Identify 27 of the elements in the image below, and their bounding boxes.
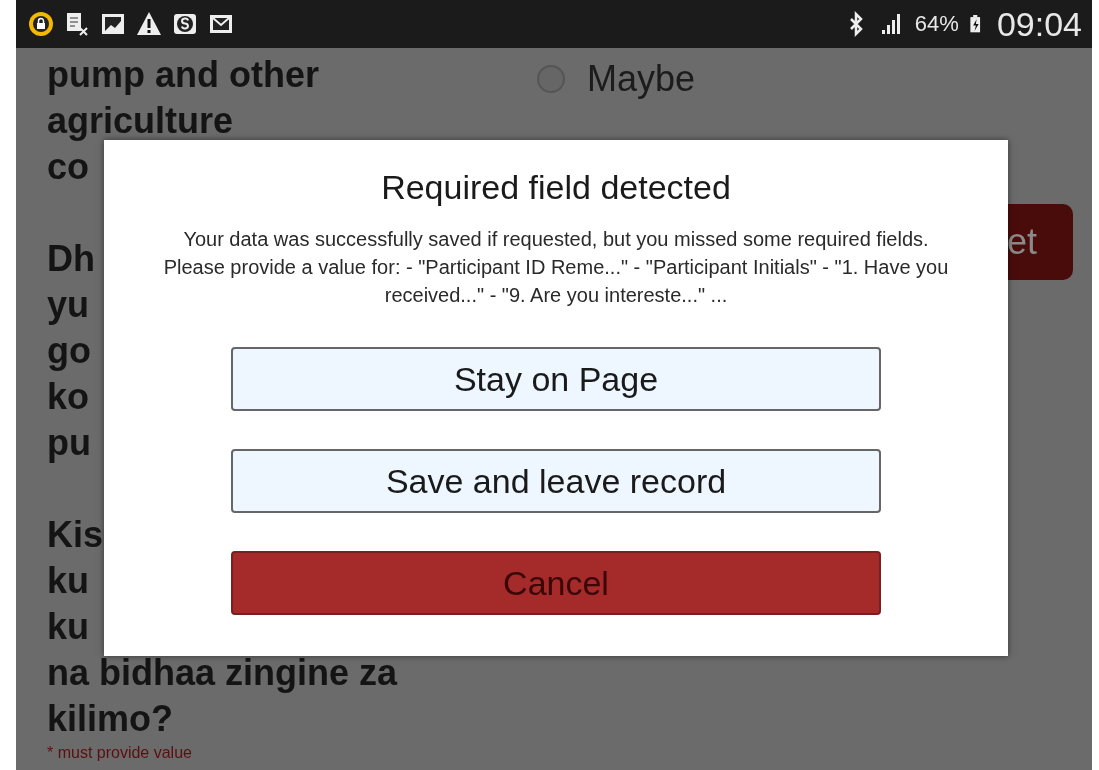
document-x-icon — [64, 11, 90, 37]
question-text: Dh — [47, 237, 95, 281]
question-text: co — [47, 145, 89, 189]
option-label: Maybe — [587, 58, 696, 100]
required-note: * must provide value — [47, 744, 193, 762]
question-text: pump and other — [47, 53, 319, 97]
question-text: ku — [47, 559, 89, 603]
question-text: go — [47, 329, 91, 373]
dialog-button[interactable]: Save and leave record — [231, 449, 881, 513]
lock-icon — [28, 11, 54, 37]
dialog-message: Your data was successfully saved if requested, but you missed some required fields. Please provide a value for: - "Participant ID Reme..." - "Participant Initials" - "1. Have you received..." - "9. Are you intereste..." ... — [162, 227, 950, 308]
question-text: na bidhaa zingine za — [47, 651, 398, 695]
battery-percent: 64% — [914, 11, 959, 37]
question-text: kilimo? — [47, 697, 174, 741]
question-text: agriculture — [47, 99, 234, 143]
dialog-title: Required field detected — [381, 168, 731, 207]
form-button[interactable]: et — [1005, 204, 1073, 280]
question-text: yu — [47, 283, 89, 327]
question-text: ku — [47, 605, 89, 649]
clock: 09:04 — [996, 4, 1082, 44]
dialog-button[interactable]: Stay on Page — [231, 347, 881, 411]
image-icon — [100, 11, 126, 37]
s-logo-icon — [172, 11, 198, 37]
question-text: ko — [47, 375, 89, 419]
question-text: pu — [47, 421, 91, 465]
question-text: Kis — [47, 513, 104, 557]
warning-icon — [136, 11, 162, 37]
